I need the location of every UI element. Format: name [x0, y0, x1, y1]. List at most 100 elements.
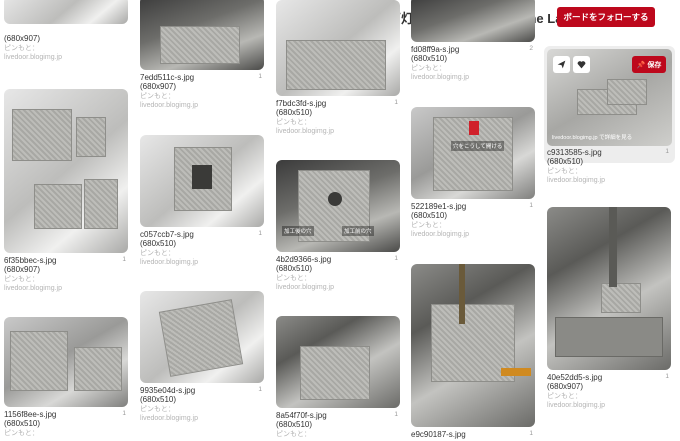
- pin-source-label: ピンもと：: [4, 430, 39, 437]
- pin-image[interactable]: 📌 保存 livedoor.blogimg.jp で詳細を見る: [547, 49, 672, 146]
- pin-source-link[interactable]: livedoor.blogimg.jp: [4, 284, 128, 293]
- pin-source-link[interactable]: livedoor.blogimg.jp: [4, 53, 128, 62]
- pin-source-link[interactable]: livedoor.blogimg.jp: [140, 101, 264, 110]
- pin-source-label: ピンもと：: [411, 222, 446, 229]
- pin-card[interactable]: c057ccb7-s.jpg 1 (680x510) ピンもと： livedoor…: [140, 135, 264, 267]
- pin-source-label: ピンもと：: [547, 168, 582, 175]
- pin-image[interactable]: [140, 135, 264, 227]
- pin-filename: 6f35bbec-s.jpg: [4, 256, 57, 265]
- like-button[interactable]: [573, 56, 590, 73]
- pin-source-link[interactable]: livedoor.blogimg.jp: [411, 73, 535, 82]
- pin-filename: f7bdc3fd-s.jpg: [276, 99, 327, 108]
- pin-source-label: ピンもと：: [547, 393, 582, 400]
- pin-source-link[interactable]: livedoor.blogimg.jp: [276, 283, 400, 292]
- pin-dimensions: (680x510): [140, 395, 177, 404]
- pin-dimensions: (680x510): [4, 419, 41, 428]
- pin-source-label: ピンもと：: [276, 431, 311, 438]
- pin-image[interactable]: [411, 0, 535, 42]
- pin-dimensions: (680x510): [547, 157, 584, 166]
- repin-count: 1: [665, 373, 669, 380]
- pin-source-link[interactable]: livedoor.blogimg.jp: [140, 414, 264, 423]
- save-button[interactable]: 📌 保存: [632, 56, 666, 73]
- pin-image[interactable]: [276, 316, 400, 408]
- send-pin-button[interactable]: [553, 56, 570, 73]
- pin-source-label: ピンもと：: [276, 119, 311, 126]
- pin-source-link[interactable]: livedoor.blogimg.jp: [276, 127, 400, 136]
- pin-source-label: ピンもと：: [4, 45, 39, 52]
- pin-image[interactable]: 穴をこうして開ける: [411, 107, 535, 199]
- image-caption: 穴をこうして開ける: [451, 141, 505, 151]
- pin-image[interactable]: [140, 291, 264, 383]
- pin-image[interactable]: [411, 264, 535, 427]
- repin-count: 1: [258, 73, 262, 80]
- pin-dimensions: (680x510): [411, 54, 448, 63]
- repin-count: 1: [665, 148, 669, 155]
- pin-dimensions: (680x510): [276, 420, 313, 429]
- pin-source-label: ピンもと：: [140, 93, 175, 100]
- pin-filename: c057ccb7-s.jpg: [140, 230, 194, 239]
- pin-filename: 1156f8ee-s.jpg: [4, 410, 57, 419]
- pin-dimensions: (680x510): [276, 108, 313, 117]
- repin-count: 1: [258, 230, 262, 237]
- pin-image[interactable]: [4, 0, 128, 24]
- pin-dimensions: (680x907): [4, 34, 41, 43]
- pin-source-link[interactable]: livedoor.blogimg.jp: [140, 258, 264, 267]
- pin-card[interactable]: 1156f8ee-s.jpg 1 (680x510) ピンもと：: [4, 317, 128, 438]
- pin-filename: e9c90187-s.jpg: [411, 430, 466, 439]
- pin-card[interactable]: 8a54f70f-s.jpg 1 (680x510) ピンもと：: [276, 316, 400, 439]
- repin-count: 1: [122, 410, 126, 417]
- pin-card[interactable]: 6f35bbec-s.jpg 1 (680x907) ピンもと： livedoor…: [4, 89, 128, 293]
- pin-source-link[interactable]: livedoor.blogimg.jp: [547, 401, 671, 410]
- pin-image[interactable]: [547, 207, 671, 370]
- follow-board-button[interactable]: ボードをフォローする: [557, 7, 655, 27]
- pin-filename: 40e52dd5-s.jpg: [547, 373, 603, 382]
- repin-count: 1: [122, 256, 126, 263]
- pin-source-label: ピンもと：: [140, 250, 175, 257]
- save-label: 保存: [647, 61, 662, 69]
- pin-source-label: ピンもと：: [276, 275, 311, 282]
- repin-count: 1: [529, 202, 533, 209]
- pin-card[interactable]: 穴をこうして開ける 522189e1-s.jpg 1 (680x510) ピンもと…: [411, 107, 535, 239]
- pin-card[interactable]: e9c90187-s.jpg 1: [411, 264, 535, 439]
- pin-card[interactable]: 9935e04d-s.jpg 1 (680x510) ピンもと： livedoor…: [140, 291, 264, 423]
- pin-dimensions: (680x907): [140, 82, 177, 91]
- pin-dimensions: (680x510): [140, 239, 177, 248]
- repin-count: 1: [529, 430, 533, 437]
- pin-dimensions: (680x907): [547, 382, 584, 391]
- pin-source-label: ピンもと：: [140, 406, 175, 413]
- pin-filename: fd08ff9a-s.jpg: [411, 45, 460, 54]
- pin-image[interactable]: [4, 89, 128, 253]
- pin-image[interactable]: [4, 317, 128, 407]
- pin-source-label: ピンもと：: [411, 65, 446, 72]
- arrow-icon: [469, 121, 479, 135]
- pin-dimensions: (680x510): [411, 211, 448, 220]
- pin-card[interactable]: (680x907) ピンもと： livedoor.blogimg.jp: [4, 0, 128, 62]
- pin-image[interactable]: [140, 0, 264, 70]
- pin-filename: 522189e1-s.jpg: [411, 202, 467, 211]
- pin-source-link[interactable]: livedoor.blogimg.jp: [547, 176, 671, 185]
- pin-image[interactable]: [276, 0, 400, 96]
- pin-source-label: ピンもと：: [4, 276, 39, 283]
- pin-dimensions: (680x907): [4, 265, 41, 274]
- pin-card[interactable]: 40e52dd5-s.jpg 1 (680x907) ピンもと： livedoor…: [547, 207, 671, 410]
- pin-card[interactable]: 加工後の穴 加工前の穴 4b2d9366-s.jpg 1 (680x510) ピン…: [276, 160, 400, 292]
- pin-card[interactable]: c9313585-s.jpg 1 (680x510) ピンもと： livedoor…: [547, 145, 671, 185]
- repin-count: 2: [529, 45, 533, 52]
- visit-link[interactable]: livedoor.blogimg.jp で詳細を見る: [552, 133, 632, 141]
- image-caption: 加工後の穴: [282, 226, 314, 236]
- pin-filename: 4b2d9366-s.jpg: [276, 255, 332, 264]
- pin-card[interactable]: f7bdc3fd-s.jpg 1 (680x510) ピンもと： livedoor…: [276, 0, 400, 136]
- pin-source-link[interactable]: livedoor.blogimg.jp: [411, 230, 535, 239]
- pin-filename: 7edd511c-s.jpg: [140, 73, 195, 82]
- image-caption: 加工前の穴: [342, 226, 374, 236]
- repin-count: 1: [394, 411, 398, 418]
- pin-filename: 8a54f70f-s.jpg: [276, 411, 327, 420]
- repin-count: 1: [258, 386, 262, 393]
- pin-image[interactable]: 加工後の穴 加工前の穴: [276, 160, 400, 252]
- repin-count: 1: [394, 255, 398, 262]
- repin-count: 1: [394, 99, 398, 106]
- pin-icon: 📌: [636, 61, 646, 69]
- pin-card[interactable]: fd08ff9a-s.jpg 2 (680x510) ピンもと： livedoor…: [411, 0, 535, 82]
- pin-filename: 9935e04d-s.jpg: [140, 386, 196, 395]
- pin-card[interactable]: 7edd511c-s.jpg 1 (680x907) ピンもと： livedoor…: [140, 0, 264, 110]
